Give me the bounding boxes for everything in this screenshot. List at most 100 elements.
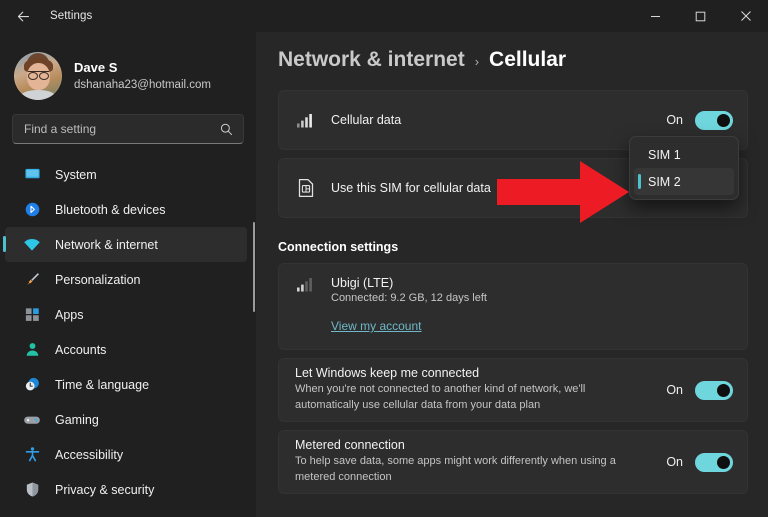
bluetooth-icon — [22, 200, 42, 220]
connection-settings-heading: Connection settings — [278, 240, 399, 254]
cellular-data-text: Cellular data — [331, 113, 666, 127]
avatar-glasses — [28, 71, 49, 80]
sidebar-item-label: Accessibility — [55, 447, 124, 462]
back-arrow-icon — [17, 11, 29, 21]
apps-icon — [22, 305, 42, 325]
avatar-body — [20, 90, 56, 100]
sidebar-item-label: Accounts — [55, 342, 107, 357]
metered-connection-toggle[interactable] — [695, 452, 733, 472]
sidebar-scrollbar[interactable] — [253, 222, 255, 312]
sim-dropdown-flyout: SIM 1 SIM 2 — [629, 136, 739, 200]
sim-option-1[interactable]: SIM 1 — [634, 141, 734, 168]
carrier-row[interactable]: Ubigi (LTE) Connected: 9.2 GB, 12 days l… — [293, 276, 733, 304]
account-block[interactable]: Dave S dshanaha23@hotmail.com — [0, 32, 256, 106]
sidebar-item-personalization[interactable]: Personalization — [5, 262, 247, 297]
search-wrapper — [0, 106, 256, 144]
metered-connection-text: Metered connection To help save data, so… — [295, 438, 666, 486]
sidebar-item-label: Personalization — [55, 272, 141, 287]
metered-connection-description: To help save data, some apps might work … — [295, 455, 616, 483]
sidebar-item-gaming[interactable]: Gaming — [5, 402, 247, 437]
sidebar-item-apps[interactable]: Apps — [5, 297, 247, 332]
metered-connection-title: Metered connection — [295, 438, 405, 453]
paintbrush-icon — [22, 270, 42, 290]
red-pointer-arrow — [494, 158, 632, 231]
window-title: Settings — [50, 10, 93, 22]
sidebar-item-privacy-security[interactable]: Privacy & security — [5, 472, 247, 507]
clock-icon — [22, 375, 42, 395]
cellular-data-toggle[interactable] — [695, 110, 733, 130]
keep-connected-title: Let Windows keep me connected — [295, 366, 480, 381]
account-name: Dave S — [74, 59, 118, 75]
sidebar-item-system[interactable]: System — [5, 157, 247, 192]
sidebar-nav: System Bluetooth & devices Network & int… — [0, 157, 256, 507]
close-button[interactable] — [723, 0, 768, 32]
keep-connected-row[interactable]: Let Windows keep me connected When you'r… — [279, 359, 747, 421]
search-box[interactable] — [12, 114, 244, 144]
avatar — [14, 52, 62, 100]
view-my-account-link[interactable]: View my account — [331, 319, 422, 333]
close-icon — [740, 11, 751, 21]
sidebar-item-label: Apps — [55, 307, 84, 322]
sim-option-2[interactable]: SIM 2 — [634, 168, 734, 195]
sidebar-item-bluetooth-devices[interactable]: Bluetooth & devices — [5, 192, 247, 227]
page-title: Cellular — [489, 48, 567, 71]
accessibility-icon — [22, 445, 42, 465]
cellular-data-state: On — [666, 113, 683, 127]
sidebar-item-label: Privacy & security — [55, 482, 155, 497]
search-input[interactable] — [13, 122, 243, 136]
main-content: Network & internet › Cellular Cellular d… — [256, 32, 768, 517]
sidebar-item-label: Gaming — [55, 412, 99, 427]
title-bar: Settings — [0, 0, 768, 32]
settings-window: Settings Dave S dshanaha23@hotmail.com F… — [0, 0, 768, 517]
wifi-icon — [22, 235, 42, 255]
minimize-icon — [651, 15, 660, 17]
sidebar-item-label: Bluetooth & devices — [55, 202, 166, 217]
keep-connected-state: On — [666, 383, 683, 397]
carrier-name: Ubigi (LTE) — [331, 276, 394, 290]
metered-connection-state: On — [666, 455, 683, 469]
carrier-card: Ubigi (LTE) Connected: 9.2 GB, 12 days l… — [278, 263, 748, 350]
search-icon — [219, 122, 234, 142]
keep-connected-text: Let Windows keep me connected When you'r… — [295, 366, 666, 414]
sidebar-item-accounts[interactable]: Accounts — [5, 332, 247, 367]
metered-connection-control: On — [666, 452, 733, 472]
cellular-data-control: On — [666, 110, 733, 130]
breadcrumb: Network & internet › Cellular — [256, 32, 768, 72]
shield-icon — [22, 480, 42, 500]
back-button[interactable] — [6, 2, 40, 30]
toggle-knob — [717, 113, 730, 127]
sidebar-item-label: Network & internet — [55, 237, 158, 252]
chevron-right-icon: › — [474, 54, 480, 69]
carrier-text: Ubigi (LTE) Connected: 9.2 GB, 12 days l… — [331, 276, 733, 304]
breadcrumb-parent[interactable]: Network & internet — [278, 48, 465, 72]
minimize-button[interactable] — [633, 0, 678, 32]
sidebar-item-network-internet[interactable]: Network & internet — [3, 227, 247, 262]
system-icon — [22, 165, 42, 185]
keep-connected-description: When you're not connected to another kin… — [295, 383, 586, 411]
metered-connection-row[interactable]: Metered connection To help save data, so… — [279, 431, 747, 493]
person-icon — [22, 340, 42, 360]
sim-card-icon — [293, 178, 319, 198]
sim-option-label: SIM 1 — [648, 147, 681, 162]
maximize-button[interactable] — [678, 0, 723, 32]
sidebar-item-label: Time & language — [55, 377, 150, 392]
metered-connection-card: Metered connection To help save data, so… — [278, 430, 748, 494]
sidebar: Dave S dshanaha23@hotmail.com Find a set… — [0, 32, 256, 517]
signal-bars-icon — [293, 112, 319, 129]
sidebar-item-label: System — [55, 167, 97, 182]
sim-option-label: SIM 2 — [648, 174, 681, 189]
account-text: Dave S dshanaha23@hotmail.com — [74, 60, 211, 93]
sidebar-item-time-language[interactable]: Time & language — [5, 367, 247, 402]
keep-connected-toggle[interactable] — [695, 380, 733, 400]
sidebar-item-accessibility[interactable]: Accessibility — [5, 437, 247, 472]
carrier-status: Connected: 9.2 GB, 12 days left — [331, 292, 487, 304]
toggle-knob — [717, 455, 730, 469]
cellular-data-title: Cellular data — [331, 113, 402, 127]
window-controls — [633, 0, 768, 32]
keep-connected-control: On — [666, 380, 733, 400]
keep-connected-card: Let Windows keep me connected When you'r… — [278, 358, 748, 422]
account-email: dshanaha23@hotmail.com — [74, 78, 211, 91]
maximize-icon — [695, 11, 706, 21]
